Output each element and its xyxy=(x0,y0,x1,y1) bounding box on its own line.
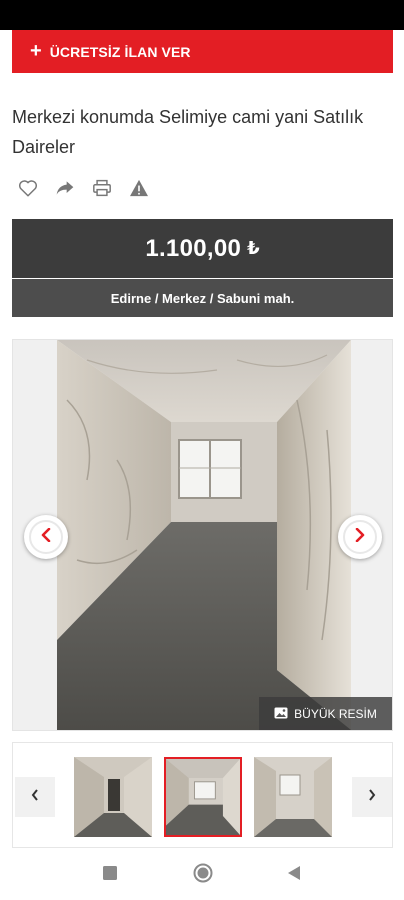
thumbnail-photo[interactable] xyxy=(254,757,332,837)
chevron-right-icon xyxy=(368,788,376,806)
currency-symbol: ₺ xyxy=(247,238,260,258)
thumbnail-photo-selected[interactable] xyxy=(164,757,242,837)
chevron-left-icon xyxy=(41,527,51,547)
photo-gallery: BÜYÜK RESİM xyxy=(12,339,393,731)
recents-icon[interactable] xyxy=(102,865,118,881)
thumbnail-photo[interactable] xyxy=(74,757,152,837)
price-value: 1.100,00 xyxy=(145,234,242,262)
gallery-prev-button[interactable] xyxy=(24,515,68,559)
location-breadcrumb: Edirne / Merkez / Sabuni mah. xyxy=(12,279,393,317)
home-icon[interactable] xyxy=(193,863,213,883)
main-photo[interactable] xyxy=(57,340,351,730)
warning-icon[interactable] xyxy=(129,178,149,198)
gallery-next-button[interactable] xyxy=(338,515,382,559)
price-box: 1.100,00 ₺ xyxy=(12,219,393,278)
status-bar xyxy=(0,0,404,30)
big-photo-button[interactable]: BÜYÜK RESİM xyxy=(259,697,392,730)
listing-actions xyxy=(18,176,149,200)
chevron-left-icon xyxy=(31,788,39,806)
thumbs-prev-button[interactable] xyxy=(15,777,55,817)
thumbs-next-button[interactable] xyxy=(352,777,392,817)
plus-icon: + xyxy=(30,39,42,62)
chevron-right-icon xyxy=(355,527,365,547)
big-photo-label: BÜYÜK RESİM xyxy=(294,707,377,721)
free-listing-button[interactable]: + ÜCRETSİZ İLAN VER xyxy=(12,30,393,73)
heart-icon[interactable] xyxy=(18,178,38,198)
system-navigation-bar xyxy=(0,848,404,900)
share-icon[interactable] xyxy=(55,178,75,198)
print-icon[interactable] xyxy=(92,178,112,198)
free-listing-label: ÜCRETSİZ İLAN VER xyxy=(49,43,191,60)
back-icon[interactable] xyxy=(286,864,302,882)
thumbnail-strip xyxy=(12,742,393,848)
listing-title: Merkezi konumda Selimiye cami yani Satıl… xyxy=(12,107,364,157)
image-icon xyxy=(274,707,288,722)
